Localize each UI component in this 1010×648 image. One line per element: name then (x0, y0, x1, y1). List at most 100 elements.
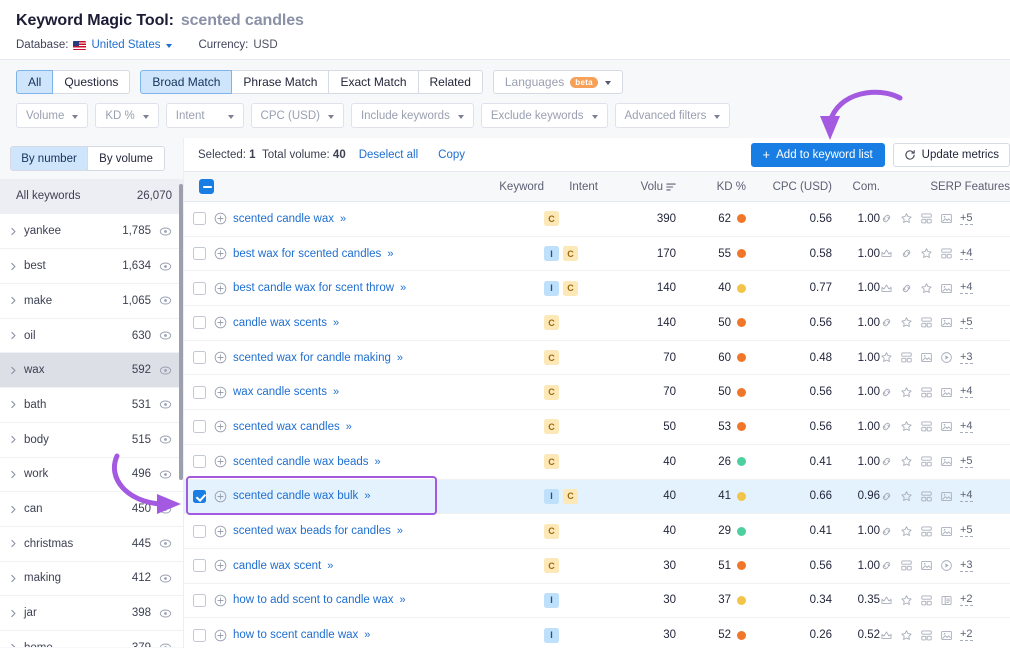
serp-reviews-star-icon[interactable] (900, 629, 913, 642)
exclude-group-icon[interactable] (159, 260, 172, 273)
serp-more-count[interactable]: +2 (960, 594, 973, 606)
serp-sitelinks-icon[interactable] (920, 594, 933, 607)
serp-top-ads-icon[interactable] (880, 629, 893, 642)
expand-group-icon[interactable] (9, 400, 20, 409)
serp-image-pack-icon[interactable] (940, 386, 953, 399)
add-keyword-icon[interactable] (214, 282, 227, 295)
keyword-link[interactable]: scented wax for candle making (233, 352, 391, 364)
table-row[interactable]: scented wax beads for candles»C40290.411… (184, 514, 1010, 549)
keyword-link[interactable]: scented candle wax bulk (233, 490, 358, 502)
database-value[interactable]: United States (91, 39, 160, 51)
eye-icon[interactable] (159, 225, 172, 238)
sidebar-item-work[interactable]: work496 (0, 457, 183, 492)
keyword-expand-icon[interactable]: » (364, 490, 369, 502)
intent-badge-I[interactable]: I (544, 246, 559, 261)
keyword-expand-icon[interactable]: » (333, 386, 338, 398)
serp-link-icon[interactable] (880, 316, 893, 329)
eye-icon[interactable] (159, 433, 172, 446)
row-checkbox[interactable] (193, 594, 206, 607)
add-keyword-icon[interactable] (214, 420, 227, 433)
exclude-group-icon[interactable] (159, 398, 172, 411)
intent-badge-C[interactable]: C (544, 315, 559, 330)
row-checkbox[interactable] (193, 247, 206, 260)
table-row[interactable]: scented wax candles»C50530.561.00+4 (184, 410, 1010, 445)
serp-top-ads-icon[interactable] (880, 247, 893, 260)
exclude-group-icon[interactable] (159, 641, 172, 647)
tab-related[interactable]: Related (418, 70, 483, 94)
filter-intent[interactable]: Intent (166, 103, 244, 128)
serp-sitelinks-icon[interactable] (920, 420, 933, 433)
row-checkbox[interactable] (193, 386, 206, 399)
sort-by-number-button[interactable]: By number (11, 147, 87, 170)
table-row[interactable]: best wax for scented candles»IC170550.58… (184, 236, 1010, 271)
expand-group-icon[interactable] (9, 609, 20, 618)
serp-more-count[interactable]: +4 (960, 248, 973, 260)
exclude-group-icon[interactable] (159, 364, 172, 377)
keyword-expand-icon[interactable]: » (399, 594, 404, 606)
serp-featured-snippet-icon[interactable] (940, 594, 953, 607)
eye-icon[interactable] (159, 537, 172, 550)
intent-badge-C[interactable]: C (563, 246, 578, 261)
serp-more-count[interactable]: +4 (960, 490, 973, 502)
sidebar-item-yankee[interactable]: yankee1,785 (0, 214, 183, 249)
row-checkbox[interactable] (193, 629, 206, 642)
serp-top-ads-icon[interactable] (880, 594, 893, 607)
tab-phrase-match[interactable]: Phrase Match (231, 70, 329, 94)
filter-include-keywords[interactable]: Include keywords (351, 103, 474, 128)
serp-sitelinks-icon[interactable] (920, 212, 933, 225)
expand-group-icon[interactable] (9, 296, 20, 305)
table-row[interactable]: scented candle wax beads»C40260.411.00+5 (184, 444, 1010, 479)
serp-video-icon[interactable] (940, 559, 953, 572)
sidebar-item-oil[interactable]: oil630 (0, 318, 183, 353)
serp-link-icon[interactable] (880, 420, 893, 433)
exclude-group-icon[interactable] (159, 607, 172, 620)
serp-reviews-star-icon[interactable] (920, 247, 933, 260)
add-keyword-icon[interactable] (214, 316, 227, 329)
sidebar-item-best[interactable]: best1,634 (0, 248, 183, 283)
expand-group-icon[interactable] (9, 331, 20, 340)
sidebar-item-bath[interactable]: bath531 (0, 387, 183, 422)
serp-image-pack-icon[interactable] (940, 420, 953, 433)
row-checkbox[interactable] (193, 212, 206, 225)
update-metrics-button[interactable]: Update metrics (893, 143, 1010, 167)
add-keyword-icon[interactable] (214, 629, 227, 642)
sidebar-item-body[interactable]: body515 (0, 422, 183, 457)
exclude-group-icon[interactable] (159, 294, 172, 307)
keyword-link[interactable]: scented wax beads for candles (233, 525, 391, 537)
expand-group-icon[interactable] (9, 435, 20, 444)
serp-link-icon[interactable] (880, 559, 893, 572)
exclude-group-icon[interactable] (159, 503, 172, 516)
keyword-expand-icon[interactable]: » (375, 456, 380, 468)
serp-video-icon[interactable] (940, 351, 953, 364)
add-keyword-icon[interactable] (214, 594, 227, 607)
intent-badge-C[interactable]: C (563, 281, 578, 296)
intent-badge-I[interactable]: I (544, 593, 559, 608)
filter-advanced[interactable]: Advanced filters (615, 103, 731, 128)
keyword-expand-icon[interactable]: » (397, 352, 402, 364)
serp-reviews-star-icon[interactable] (900, 316, 913, 329)
filter-exclude-keywords[interactable]: Exclude keywords (481, 103, 608, 128)
serp-more-count[interactable]: +5 (960, 213, 973, 225)
serp-reviews-star-icon[interactable] (900, 525, 913, 538)
eye-icon[interactable] (159, 329, 172, 342)
expand-group-icon[interactable] (9, 505, 20, 514)
serp-sitelinks-icon[interactable] (920, 629, 933, 642)
eye-icon[interactable] (159, 364, 172, 377)
serp-sitelinks-icon[interactable] (920, 316, 933, 329)
row-checkbox[interactable] (193, 490, 206, 503)
serp-image-pack-icon[interactable] (920, 559, 933, 572)
serp-more-count[interactable]: +4 (960, 386, 973, 398)
keyword-expand-icon[interactable]: » (400, 282, 405, 294)
intent-badge-I[interactable]: I (544, 281, 559, 296)
serp-sitelinks-icon[interactable] (920, 525, 933, 538)
eye-icon[interactable] (159, 294, 172, 307)
column-com[interactable]: Com. (832, 172, 880, 202)
select-all-checkbox[interactable] (199, 179, 214, 194)
row-checkbox[interactable] (193, 559, 206, 572)
serp-more-count[interactable]: +4 (960, 421, 973, 433)
serp-reviews-star-icon[interactable] (900, 212, 913, 225)
tab-broad-match[interactable]: Broad Match (140, 70, 232, 94)
keyword-expand-icon[interactable]: » (397, 525, 402, 537)
expand-group-icon[interactable] (9, 574, 20, 583)
serp-link-icon[interactable] (900, 247, 913, 260)
